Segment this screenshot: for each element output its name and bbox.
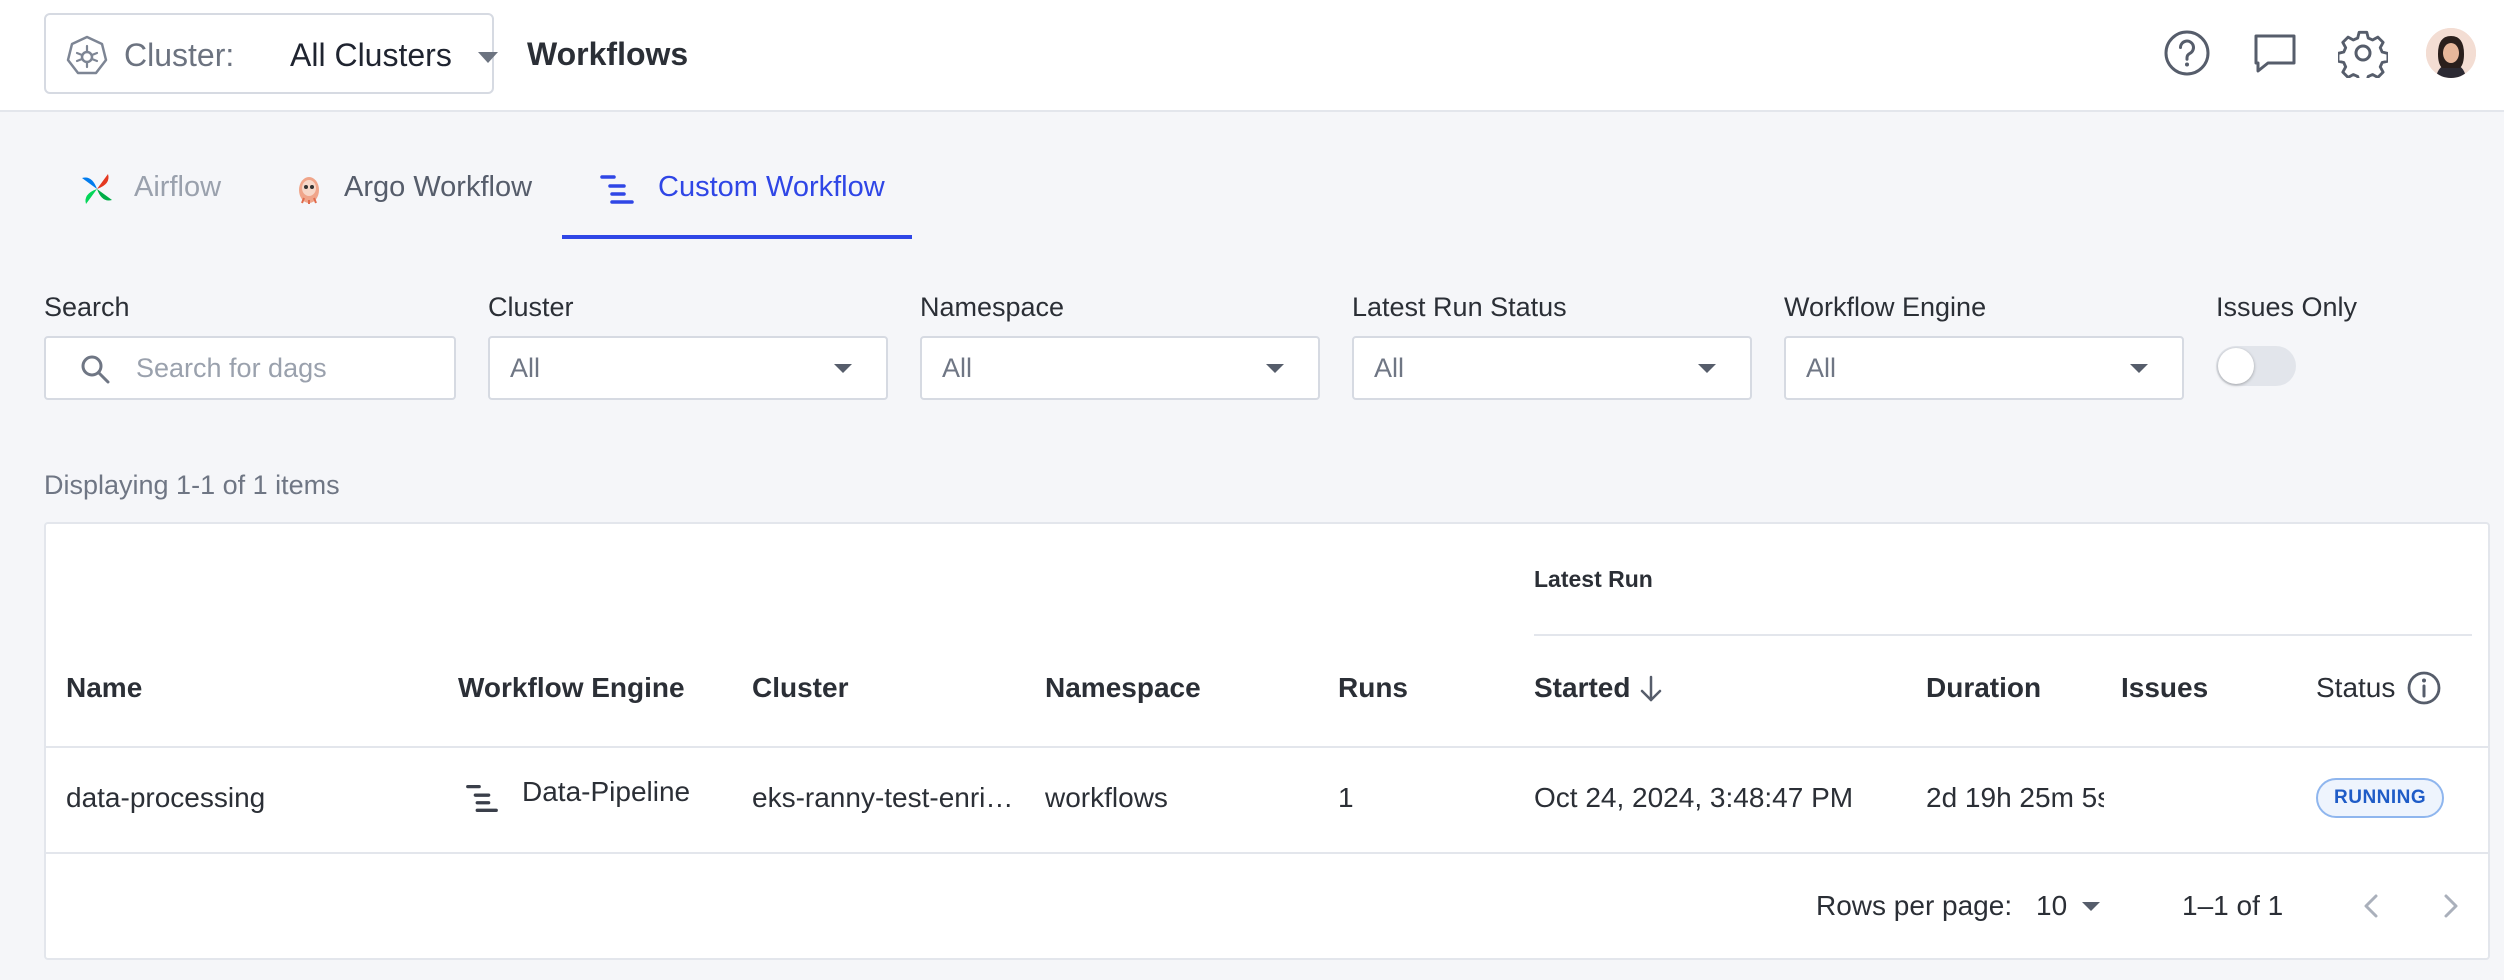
cell-namespace: workflows [1045,782,1168,813]
help-icon[interactable] [2162,28,2212,78]
chevron-down-icon [2082,902,2100,911]
namespace-filter-dropdown[interactable]: All [920,336,1320,400]
header-divider [46,746,2488,748]
column-header-status[interactable]: Status [2316,671,2441,705]
status-badge: RUNNING [2316,778,2445,818]
cluster-filter-dropdown[interactable]: All [488,336,888,400]
tab-custom-workflow-label: Custom Workflow [658,171,885,203]
cluster-selector-value: All Clusters [290,37,452,73]
previous-page-button[interactable] [2352,886,2392,926]
cell-cluster: eks-ranny-test-enri… [752,782,1010,813]
next-page-button[interactable] [2430,886,2470,926]
issues-only-toggle[interactable] [2216,346,2296,386]
search-field [44,336,456,400]
avatar[interactable] [2426,28,2476,78]
column-header-duration[interactable]: Duration [1926,672,2041,704]
column-header-name[interactable]: Name [66,672,142,704]
chevron-down-icon [1698,364,1716,373]
cell-runs: 1 [1338,782,1354,813]
chevron-down-icon [834,364,852,373]
group-header-divider [1534,634,2472,636]
rows-per-page-select[interactable]: 10 [2036,880,2116,930]
page-title: Workflows [527,36,689,72]
airflow-icon [82,174,112,204]
cluster-selector[interactable]: Cluster: All Clusters [44,13,498,94]
avatar-image [2426,28,2476,78]
toggle-knob [2218,348,2254,384]
workflow-engine-filter-label: Workflow Engine [1784,292,1987,322]
namespace-filter-value: All [942,353,973,383]
cluster-selector-label: Cluster: [124,37,235,73]
tab-airflow[interactable]: Airflow [76,150,236,240]
workflow-engine-filter-value: All [1806,353,1837,383]
column-header-workflow-engine[interactable]: Workflow Engine [458,672,685,704]
search-input[interactable] [136,348,436,388]
kubernetes-icon [66,35,108,75]
search-icon [81,355,110,384]
tab-airflow-label: Airflow [134,171,222,203]
latest-run-group-header: Latest Run [1534,566,1653,592]
namespace-filter-label: Namespace [920,292,1065,322]
cell-workflow-engine-label: Data-Pipeline [522,776,691,807]
pagination-range: 1–1 of 1 [2182,890,2284,921]
top-header: Cluster: All Clusters Workflows [0,0,2504,112]
cell-started: Oct 24, 2024, 3:48:47 PM [1534,782,1854,813]
row-divider [46,852,2488,854]
chevron-down-icon [2130,364,2148,373]
rows-per-page-label: Rows per page: [1816,890,2013,921]
rows-per-page-value: 10 [2036,890,2068,921]
chat-icon[interactable] [2250,28,2300,78]
custom-workflow-icon [600,175,634,204]
workflow-engine-filter-dropdown[interactable]: All [1784,336,2184,400]
latest-run-status-filter-label: Latest Run Status [1352,292,1567,322]
latest-run-status-filter-value: All [1374,353,1405,383]
gear-icon[interactable] [2338,28,2388,78]
column-header-status-label: Status [2316,672,2396,703]
display-count: Displaying 1-1 of 1 items [44,470,340,500]
cluster-filter-label: Cluster [488,292,574,322]
custom-workflow-icon [466,784,498,812]
column-header-runs[interactable]: Runs [1338,672,1408,704]
active-tab-indicator [562,235,912,239]
issues-only-label: Issues Only [2216,292,2358,322]
latest-run-status-filter-dropdown[interactable]: All [1352,336,1752,400]
cluster-filter-value: All [510,353,541,383]
sort-descending-icon [1640,675,1662,702]
cell-name[interactable]: data-processing [66,782,436,814]
chevron-down-icon [1266,364,1284,373]
column-header-started[interactable]: Started [1534,672,1662,704]
column-header-issues[interactable]: Issues [2121,672,2208,704]
cell-workflow-engine: Data-Pipeline [464,776,744,820]
column-header-cluster[interactable]: Cluster [752,672,848,704]
chevron-down-icon [478,52,498,63]
cell-duration: 2d 19h 25m 5s [1926,782,2104,813]
column-header-namespace[interactable]: Namespace [1045,672,1201,704]
search-label: Search [44,292,130,322]
tab-argo-workflow[interactable]: Argo Workflow [290,150,550,240]
column-header-started-label: Started [1534,672,1631,703]
argo-icon [299,177,319,204]
tab-argo-workflow-label: Argo Workflow [344,171,533,203]
info-icon[interactable] [2406,670,2442,706]
tab-custom-workflow[interactable]: Custom Workflow [596,150,896,240]
workflows-table: Latest Run Name Workflow Engine Cluster … [44,522,2490,960]
